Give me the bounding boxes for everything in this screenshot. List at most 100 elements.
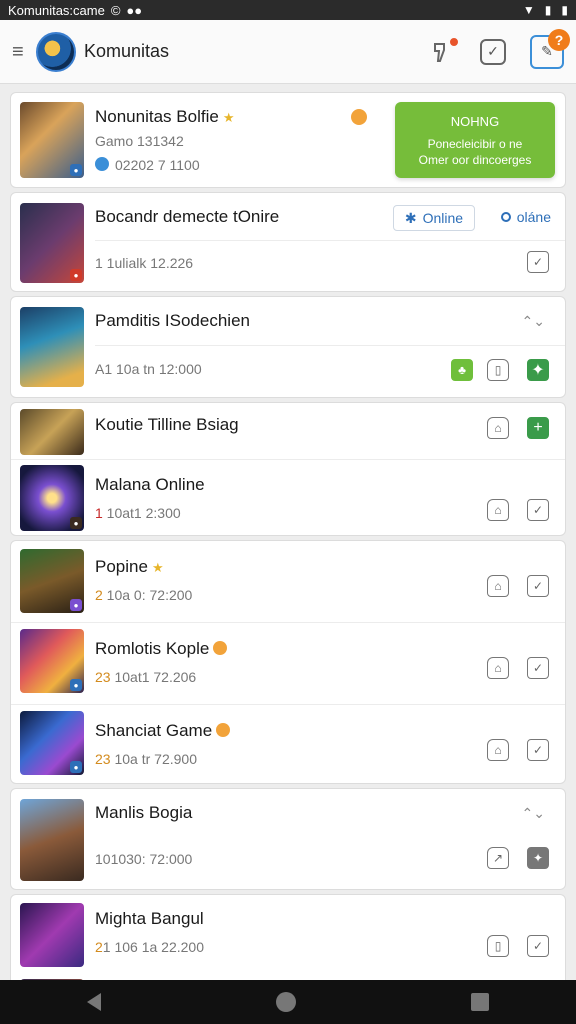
game-thumbnail: ● — [20, 203, 84, 283]
chevron-icon[interactable]: ⌃⌄ — [522, 805, 545, 822]
item-name: Mighta Bangul — [95, 909, 204, 928]
check-icon[interactable]: ✓ — [527, 739, 549, 761]
online-link[interactable]: oláne — [500, 209, 551, 225]
star-icon: ★ — [222, 110, 235, 125]
item-meta: A1 10a tn 12:000 — [95, 361, 202, 377]
like-icon[interactable]: ⌂ — [487, 417, 509, 439]
share-icon[interactable]: ↗ — [487, 847, 509, 869]
game-thumbnail: ● — [20, 549, 84, 613]
book-icon[interactable]: ▯ — [487, 359, 509, 381]
help-badge: ? — [548, 28, 570, 51]
check-icon[interactable]: ✓ — [527, 499, 549, 521]
online-button-label: Online — [422, 210, 464, 226]
page-title: Komunitas — [84, 41, 170, 61]
divider — [11, 459, 565, 460]
item-name: Manlis Bogia — [95, 803, 193, 822]
list-item[interactable]: ● Shanciat Game 23 10a tr 72.900 ⌂ ✓ — [11, 705, 565, 785]
divider — [95, 345, 565, 346]
item-name: Koutie Tilline Bsiag — [95, 415, 239, 434]
rank-number: 2 — [95, 587, 103, 603]
check-icon[interactable]: ✓ — [527, 251, 549, 273]
add-icon[interactable]: + — [527, 417, 549, 439]
recent-apps-icon[interactable] — [470, 993, 489, 1011]
game-thumbnail: ● — [20, 102, 84, 178]
platform-icon: ● — [70, 679, 82, 691]
list-item[interactable]: ● Bocandr demecte tOnire ✱ Online oláne 1… — [10, 192, 566, 292]
game-thumbnail: ● — [20, 629, 84, 693]
game-thumbnail — [20, 799, 84, 881]
like-icon[interactable]: ⌂ — [487, 499, 509, 521]
chevron-icon[interactable]: ⌃⌄ — [522, 313, 545, 330]
promo-banner[interactable]: NOHNG Ponecleicibir o ne Omer oor dincoe… — [395, 102, 555, 178]
game-thumbnail: ● — [20, 711, 84, 775]
book-icon[interactable]: ▯ — [487, 935, 509, 957]
like-icon[interactable]: ⌂ — [487, 657, 509, 679]
item-meta: Gamo 131342 — [95, 133, 184, 149]
list-item[interactable]: Koutie Tilline Bsiag ⌂ + ● Malana Online… — [10, 402, 566, 536]
item-name: Romlotis Kople — [95, 639, 210, 658]
star-icon: ★ — [151, 560, 164, 575]
check-icon[interactable]: ✓ — [527, 657, 549, 679]
signal-icon: ▮ — [544, 3, 552, 17]
online-link-label: oláne — [516, 209, 551, 225]
status-title: Komunitas:came — [8, 2, 105, 18]
item-meta: 10at1 72.206 — [110, 669, 197, 685]
item-name: Shanciat Game — [95, 721, 213, 740]
system-nav-bar — [0, 980, 576, 1024]
list-group: ● Popine ★ 2 10a 0: 72:200 ⌂ ✓ ● Romlotis… — [10, 540, 566, 784]
item-name: Pamditis ISodechien — [95, 311, 250, 330]
list-item[interactable]: ● Romlotis Kople 23 10at1 72.206 ⌂ ✓ — [11, 623, 565, 703]
list-item[interactable]: ● Popine ★ 2 10a 0: 72:200 ⌂ ✓ — [11, 541, 565, 621]
status-icon — [500, 212, 511, 222]
community-list: ● Nonunitas Bolfie ★ Gamo 131342 02202 7 … — [10, 92, 566, 998]
promo-line2: Omer oor dincoerges — [418, 153, 532, 167]
list-item[interactable]: Manlis Bogia ⌃⌄ 101030: 72:000 ↗ ✦ — [10, 788, 566, 890]
search-notification-icon[interactable] — [428, 35, 460, 66]
item-name: Bocandr demecte tOnire — [95, 207, 280, 226]
item-sub: 02202 7 1100 — [115, 157, 200, 173]
puzzle-icon: ✱ — [404, 209, 417, 226]
community-avatar[interactable] — [36, 31, 76, 72]
platform-icon: ● — [70, 599, 82, 611]
chat-icon: ●● — [126, 2, 143, 18]
like-icon[interactable]: ⌂ — [487, 739, 509, 761]
menu-icon[interactable]: ≡ — [12, 42, 30, 62]
c-icon: © — [110, 2, 121, 18]
platform-icon: ● — [70, 164, 82, 176]
diamond-icon[interactable]: ✦ — [527, 359, 549, 381]
item-name: Malana Online — [95, 475, 205, 494]
game-icon[interactable]: ♣ — [451, 359, 473, 381]
online-button[interactable]: ✱ Online — [393, 205, 475, 231]
promo-title: NOHNG — [450, 114, 500, 129]
item-meta: 1 1ulialk 12.226 — [95, 255, 194, 271]
promo-line1: Ponecleicibir o ne — [427, 137, 523, 151]
status-bar: Komunitas:came © ●● ▼ ▮ ▮ — [0, 0, 576, 20]
home-icon[interactable] — [275, 992, 296, 1012]
divider — [95, 240, 565, 241]
battery-icon: ▮ — [561, 3, 568, 17]
check-icon[interactable]: ✓ — [480, 38, 506, 65]
check-icon[interactable]: ✓ — [527, 935, 549, 957]
emoji-icon — [216, 723, 231, 737]
game-thumbnail — [20, 307, 84, 387]
rank-number: 23 — [95, 669, 111, 685]
edit-icon[interactable]: ✎ ? — [530, 28, 570, 69]
rank-number: 23 — [95, 751, 111, 767]
sparkle-icon[interactable]: ✦ — [527, 847, 549, 869]
notification-dot — [448, 35, 460, 48]
game-thumbnail — [20, 903, 84, 967]
rank-number: 1 — [95, 505, 103, 521]
emoji-icon — [351, 109, 367, 125]
item-meta: 10at1 2:300 — [102, 505, 181, 521]
list-item[interactable]: Pamditis ISodechien ⌃⌄ A1 10a tn 12:000 … — [10, 296, 566, 398]
check-icon[interactable]: ✓ — [527, 575, 549, 597]
item-name: Nonunitas Bolfie — [95, 107, 219, 126]
game-thumbnail: ● — [20, 465, 84, 531]
list-item[interactable]: Mighta Bangul 21 106 1a 22.200 ▯ ✓ — [10, 894, 566, 994]
item-name: Popine — [95, 557, 148, 576]
platform-icon: ● — [70, 761, 82, 773]
item-meta: 101030: 72:000 — [95, 851, 193, 867]
back-icon[interactable] — [87, 993, 102, 1011]
list-item[interactable]: ● Nonunitas Bolfie ★ Gamo 131342 02202 7 … — [10, 92, 566, 188]
like-icon[interactable]: ⌂ — [487, 575, 509, 597]
